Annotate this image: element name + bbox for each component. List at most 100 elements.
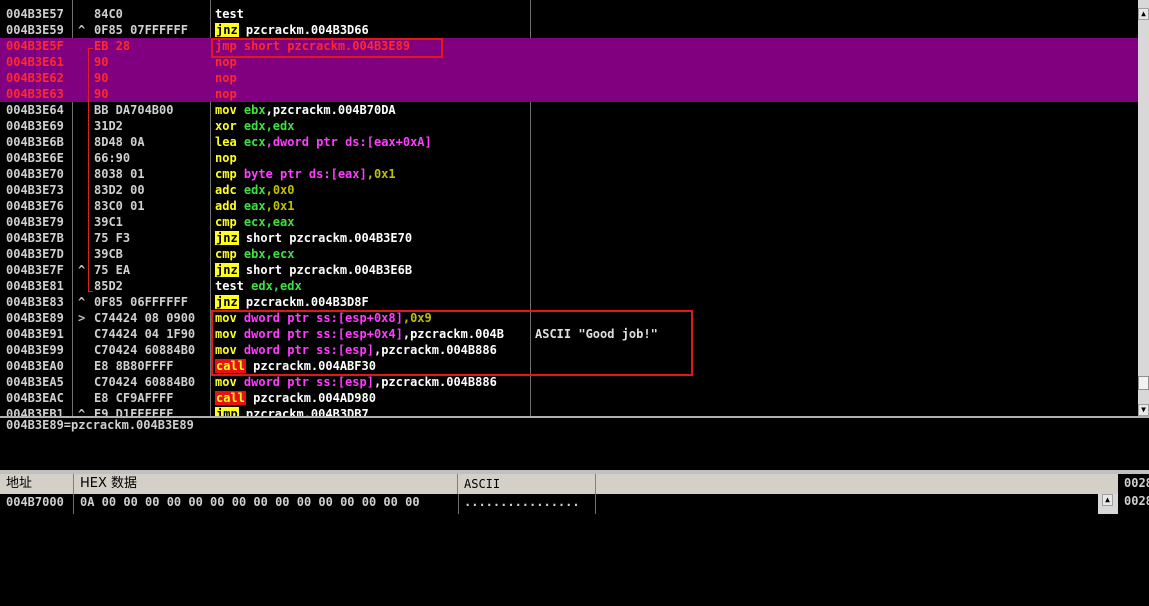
- disasm-row[interactable]: 004B3E63 90 nop: [0, 86, 1138, 102]
- jump-indicator: ^: [78, 407, 86, 416]
- disasm-row[interactable]: 004B3E7D 39CB cmp ebx,ecx: [0, 246, 1138, 262]
- disasm-row[interactable]: 004B3EA0 E8 8B80FFFF call pzcrackm.004ABF3…: [0, 358, 1138, 374]
- dump-row[interactable]: 004B7000 0A 00 00 00 00 00 00 00 00 00 0…: [0, 494, 1098, 514]
- operand: edx,edx: [243, 279, 302, 293]
- scroll-thumb[interactable]: [1138, 376, 1149, 390]
- mnemonic: mov: [215, 327, 237, 341]
- info-pane: 004B3E89=pzcrackm.004B3E89: [0, 418, 1149, 470]
- instruction-address: 004B3E81: [6, 279, 64, 293]
- instruction-address: 004B3E7D: [6, 247, 64, 261]
- disasm-row[interactable]: 004B3EAC E8 CF9AFFFF call pzcrackm.004AD98…: [0, 390, 1138, 406]
- disasm-row[interactable]: 004B3E7F ^ 75 EA jnz short pzcrackm.004B3E6…: [0, 262, 1138, 278]
- info-line: 004B3E89=pzcrackm.004B3E89: [6, 418, 194, 432]
- instruction-address: 004B3EA0: [6, 359, 64, 373]
- instruction-text: nop: [215, 86, 530, 102]
- dump-header-ascii[interactable]: ASCII: [458, 474, 596, 494]
- operand: ,dword ptr ds:[eax+0xA]: [265, 135, 432, 149]
- dump-header: 地址 HEX 数据 ASCII: [0, 474, 1118, 494]
- disasm-row[interactable]: 004B3E7B 75 F3 jnz short pzcrackm.004B3E70: [0, 230, 1138, 246]
- instruction-address: 004B3E70: [6, 167, 64, 181]
- instruction-bytes: E8 CF9AFFFF: [94, 391, 174, 405]
- disasm-row[interactable]: 004B3E99 C70424 60884B0 mov dword ptr ss:[…: [0, 342, 1138, 358]
- disasm-row[interactable]: 004B3E5F EB 28 jmp short pzcrackm.004B3E89: [0, 38, 1138, 54]
- instruction-address: 004B3E76: [6, 199, 64, 213]
- disasm-row[interactable]: 004B3E62 90 nop: [0, 70, 1138, 86]
- operand: pzcrackm.004AD980: [245, 391, 376, 405]
- operand: ecx,eax: [236, 215, 295, 229]
- disasm-row[interactable]: 004B3E76 83C0 01 add eax,0x1: [0, 198, 1138, 214]
- instruction-text: mov dword ptr ss:[esp],pzcrackm.004B886: [215, 374, 530, 390]
- instruction-bytes: E8 8B80FFFF: [94, 359, 174, 373]
- disassembly-pane[interactable]: 004B3E57 84C0 test al,al 004B3E59 ^ 0F85 07FF…: [0, 0, 1138, 416]
- instruction-address: 004B3E69: [6, 119, 64, 133]
- disasm-row[interactable]: 004B3EB1 ^ E9 D1FEFFFF jmp pzcrackm.004B3DB…: [0, 406, 1138, 416]
- dump-header-address[interactable]: 地址: [0, 474, 74, 494]
- operand: byte ptr ds:[eax]: [236, 167, 367, 181]
- stack-line: 0028: [1124, 494, 1149, 508]
- mnemonic: xor: [215, 119, 237, 133]
- mnemonic: mov: [215, 311, 237, 325]
- operand: dword ptr ss:[esp]: [236, 375, 374, 389]
- disasm-row[interactable]: 004B3E70 8038 01 cmp byte ptr ds:[eax],0x1: [0, 166, 1138, 182]
- instruction-address: 004B3EAC: [6, 391, 64, 405]
- instruction-address: 004B3E5F: [6, 39, 64, 53]
- instruction-text: nop: [215, 54, 530, 70]
- scroll-up-arrow-icon[interactable]: ▲: [1138, 8, 1149, 20]
- disasm-row[interactable]: 004B3E89 > C74424 08 0900 mov dword ptr ss:…: [0, 310, 1138, 326]
- instruction-address: 004B3E7B: [6, 231, 64, 245]
- dump-header-hex[interactable]: HEX 数据: [74, 474, 458, 494]
- instruction-address: 004B3EB1: [6, 407, 64, 416]
- operand: ,pzcrackm.004B70DA: [265, 103, 396, 117]
- operand: ,0x0: [265, 183, 295, 197]
- instruction-bytes: 75 F3: [94, 231, 131, 245]
- disasm-row[interactable]: 004B3E83 ^ 0F85 06FFFFFF jnz pzcrackm.004B3…: [0, 294, 1138, 310]
- disasm-row[interactable]: 004B3E57 84C0 test al,al: [0, 6, 1138, 22]
- instruction-address: 004B3E63: [6, 87, 64, 101]
- instruction-text: mov dword ptr ss:[esp+0x4],pzcrackm.004B: [215, 326, 530, 342]
- disasm-row[interactable]: 004B3E81 85D2 test edx,edx: [0, 278, 1138, 294]
- instruction-bytes: C74424 04 1F90: [94, 327, 196, 341]
- disasm-row[interactable]: 004B3E79 39C1 cmp ecx,eax: [0, 214, 1138, 230]
- instruction-bytes: 84C0: [94, 7, 123, 21]
- disasm-row[interactable]: 004B3E91 C74424 04 1F90 mov dword ptr ss:[…: [0, 326, 1138, 342]
- column-separator: [595, 494, 596, 514]
- disasm-row[interactable]: 004B3E61 90 nop: [0, 54, 1138, 70]
- disasm-row[interactable]: 004B3EA5 C70424 60884B0 mov dword ptr ss:[…: [0, 374, 1138, 390]
- instruction-address: 004B3EA5: [6, 375, 64, 389]
- dump-scrollbar[interactable]: ▲: [1098, 494, 1118, 514]
- stack-pane[interactable]: 0028 0028: [1118, 474, 1149, 514]
- operand: ,pzcrackm.004B886: [373, 375, 497, 389]
- disasm-row[interactable]: 004B3E69 31D2 xor edx,edx: [0, 118, 1138, 134]
- instruction-address: 004B3E6B: [6, 135, 64, 149]
- instruction-bytes: 90: [94, 71, 109, 85]
- disasm-row[interactable]: 004B3E73 83D2 00 adc edx,0x0: [0, 182, 1138, 198]
- instruction-address: 004B3E61: [6, 55, 64, 69]
- disasm-row[interactable]: 004B3E64 BB DA704B00 mov ebx,pzcrackm.004B…: [0, 102, 1138, 118]
- disasm-row[interactable]: 004B3E59 ^ 0F85 07FFFFFF jnz pzcrackm.004B3…: [0, 22, 1138, 38]
- disasm-row[interactable]: 004B3E6B 8D48 0A lea ecx,dword ptr ds:[eax…: [0, 134, 1138, 150]
- instruction-bytes: 83C0 01: [94, 199, 145, 213]
- operand: ,0x9: [402, 311, 432, 325]
- scroll-up-arrow-icon[interactable]: ▲: [1102, 494, 1113, 506]
- disasm-row[interactable]: 004B3E6E 66:90 nop: [0, 150, 1138, 166]
- instruction-address: 004B3E57: [6, 7, 64, 21]
- instruction-bytes: 90: [94, 55, 109, 69]
- mnemonic: mov: [215, 375, 237, 389]
- comment: ASCII "Good job!": [535, 327, 658, 341]
- instruction-text: cmp ecx,eax: [215, 214, 530, 230]
- instruction-text: nop: [215, 70, 530, 86]
- mnemonic: jnz: [215, 295, 239, 309]
- operand: ,pzcrackm.004B: [402, 327, 505, 341]
- disasm-vertical-scrollbar[interactable]: ▲ ▼: [1138, 0, 1149, 416]
- scroll-down-arrow-icon[interactable]: ▼: [1138, 404, 1149, 416]
- instruction-text: nop: [215, 150, 530, 166]
- instruction-address: 004B3E99: [6, 343, 64, 357]
- operand: ebx,ecx: [236, 247, 295, 261]
- dump-ascii: ................: [464, 495, 580, 509]
- instruction-text: jnz pzcrackm.004B3D8F: [215, 294, 530, 310]
- instruction-address: 004B3E89: [6, 311, 64, 325]
- operand: edx: [236, 183, 266, 197]
- instruction-bytes: 85D2: [94, 279, 123, 293]
- operand: short pzcrackm.004B3E6B: [238, 263, 413, 277]
- instruction-bytes: BB DA704B00: [94, 103, 174, 117]
